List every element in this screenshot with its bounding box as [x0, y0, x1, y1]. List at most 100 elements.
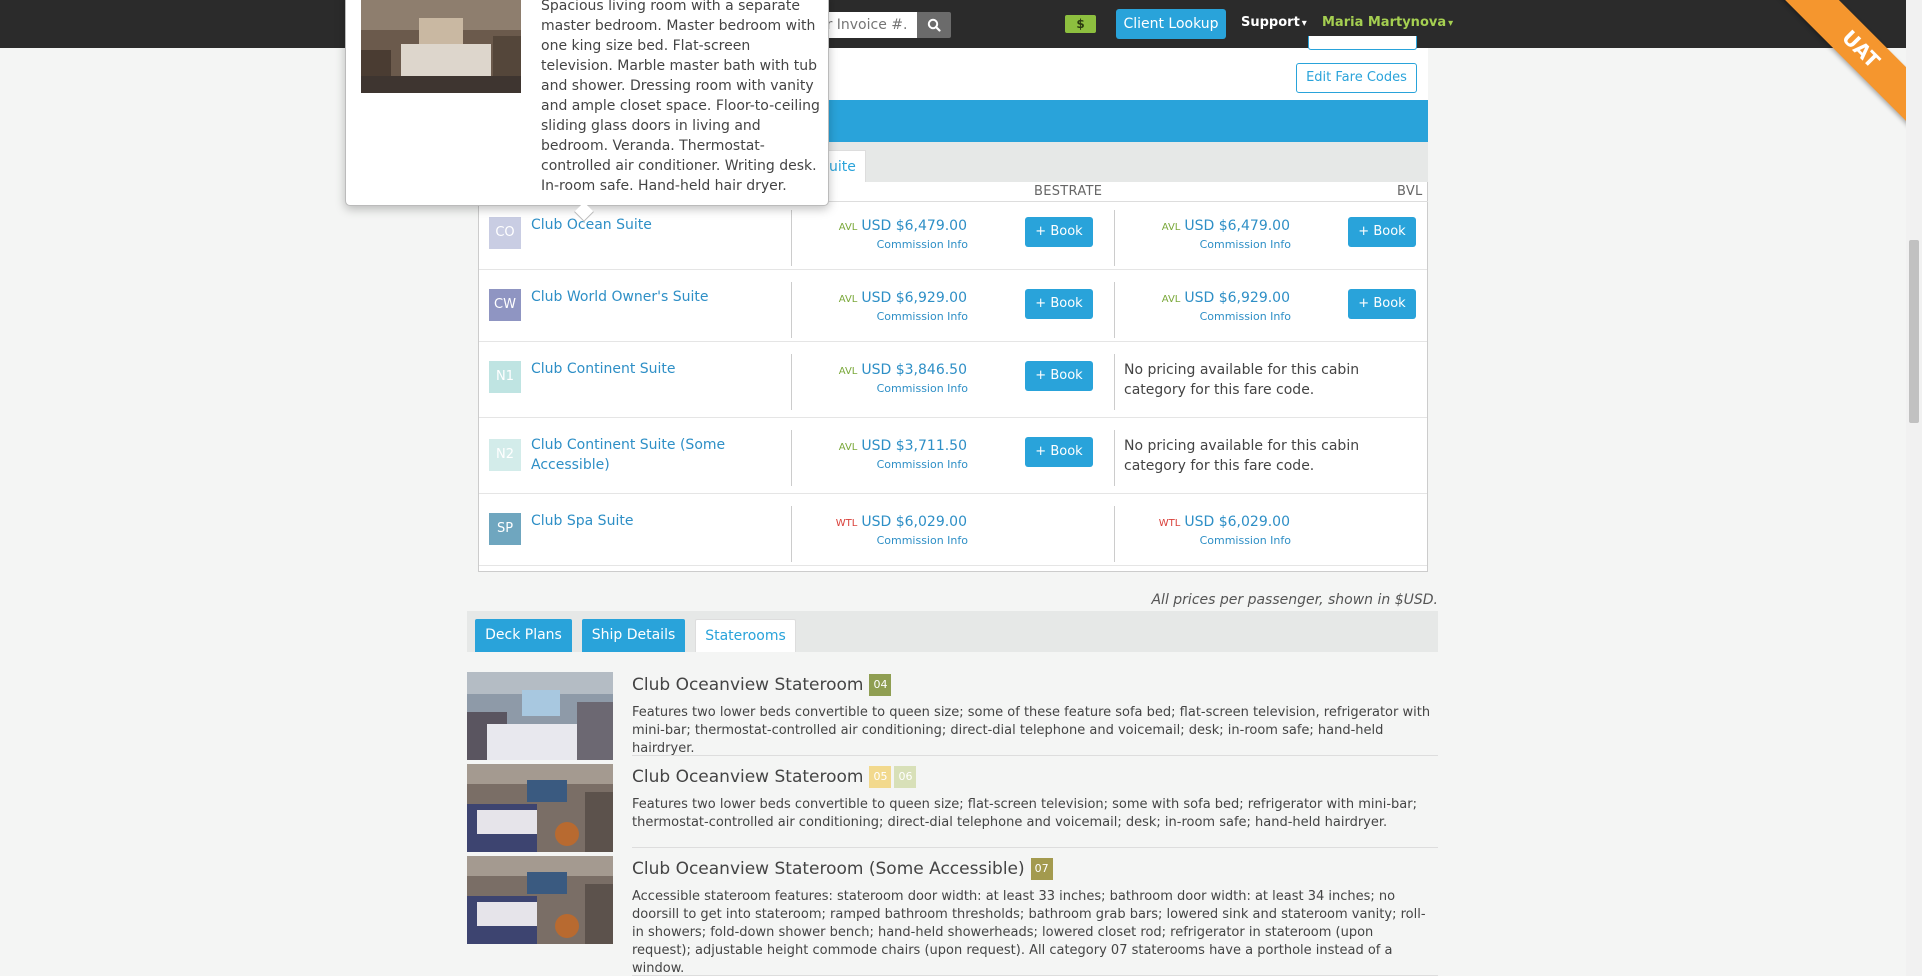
commission-info-link[interactable]: Commission Info	[877, 382, 968, 395]
cabin-row: CO Club Ocean Suite AVL USD $6,479.00 Com…	[479, 202, 1427, 274]
cabin-code-badge: SP	[489, 513, 521, 545]
stateroom-description: Features two lower beds convertible to q…	[632, 797, 1417, 830]
popover-description: Spacious living room with a separate mas…	[541, 0, 820, 194]
column-divider	[1114, 282, 1115, 338]
stateroom-description: Accessible stateroom features: stateroom…	[632, 889, 1426, 976]
commission-info-link[interactable]: Commission Info	[1200, 238, 1291, 251]
cabin-name-link[interactable]: Club Ocean Suite	[531, 215, 746, 235]
cabin-row: SP Club Spa Suite WTL USD $6,029.00 Commi…	[479, 498, 1427, 570]
price-value: USD $3,711.50	[861, 438, 967, 454]
column-divider	[791, 430, 792, 486]
cabin-row: CW Club World Owner's Suite AVL USD $6,92…	[479, 274, 1427, 346]
stateroom-title: Club Oceanview Stateroom 05 06	[632, 766, 917, 788]
tab-deck-plans[interactable]: Deck Plans	[475, 619, 572, 652]
row-divider	[479, 269, 1427, 270]
row-divider	[479, 417, 1427, 418]
row-divider	[479, 565, 1427, 566]
price-bestrate: AVL USD $6,929.00	[839, 290, 967, 306]
column-divider	[1114, 506, 1115, 562]
cabin-name-link[interactable]: Club Spa Suite	[531, 511, 746, 531]
column-divider	[1114, 354, 1115, 410]
scrollbar-track[interactable]	[1906, 0, 1922, 976]
price-bestrate: AVL USD $3,846.50	[839, 362, 967, 378]
support-menu[interactable]: Support ▾	[1241, 15, 1307, 30]
commission-dollar-badge[interactable]: $	[1065, 15, 1096, 33]
deck-badge: 07	[1030, 858, 1053, 880]
stateroom-photo	[467, 672, 613, 760]
column-divider	[1114, 430, 1115, 486]
price-value: USD $6,029.00	[861, 514, 967, 530]
stateroom-title: Club Oceanview Stateroom 04	[632, 674, 892, 696]
edit-fare-codes-button[interactable]: Edit Fare Codes	[1296, 63, 1417, 93]
stateroom-title: Club Oceanview Stateroom (Some Accessibl…	[632, 858, 1053, 880]
stateroom-title-text: Club Oceanview Stateroom (Some Accessibl…	[632, 859, 1025, 879]
column-divider	[791, 354, 792, 410]
cabin-code-badge: N2	[489, 439, 521, 471]
status-label: WTL	[835, 518, 858, 529]
status-label: AVL	[1161, 222, 1181, 233]
tab-ship-details[interactable]: Ship Details	[582, 619, 685, 652]
client-lookup-button[interactable]: Client Lookup	[1116, 9, 1226, 39]
book-button[interactable]: + Book	[1025, 289, 1093, 319]
commission-info-link[interactable]: Commission Info	[1200, 534, 1291, 547]
column-header-bvl: BVL	[1397, 184, 1423, 199]
stateroom-title-text: Club Oceanview Stateroom	[632, 675, 864, 695]
price-bestrate: AVL USD $6,479.00	[839, 218, 967, 234]
tab-staterooms[interactable]: Staterooms	[695, 619, 796, 652]
status-label: AVL	[1161, 294, 1181, 305]
column-divider	[791, 282, 792, 338]
search-icon	[927, 18, 941, 32]
user-menu[interactable]: Maria Martynova ▾	[1322, 15, 1453, 30]
status-label: AVL	[838, 222, 858, 233]
price-value: USD $6,929.00	[861, 290, 967, 306]
price-value: USD $6,929.00	[1184, 290, 1290, 306]
stateroom-description: Features two lower beds convertible to q…	[632, 705, 1431, 756]
book-button[interactable]: + Book	[1025, 217, 1093, 247]
status-label: AVL	[838, 294, 858, 305]
search-button[interactable]	[917, 12, 951, 38]
commission-info-link[interactable]: Commission Info	[877, 310, 968, 323]
price-value: USD $6,479.00	[861, 218, 967, 234]
column-divider	[791, 506, 792, 562]
price-bvl: WTL USD $6,029.00	[1159, 514, 1290, 530]
cabin-name-link[interactable]: Club World Owner's Suite	[531, 287, 746, 307]
price-bvl: AVL USD $6,479.00	[1162, 218, 1290, 234]
status-label: AVL	[838, 366, 858, 377]
book-button[interactable]: + Book	[1025, 361, 1093, 391]
scrollbar-thumb[interactable]	[1909, 240, 1919, 423]
column-header-bestrate: BESTRATE	[1034, 184, 1103, 199]
deck-badge: 06	[894, 766, 917, 788]
column-divider	[791, 210, 792, 266]
no-pricing-message: No pricing available for this cabin cate…	[1124, 362, 1360, 398]
chevron-down-icon: ▾	[1301, 18, 1307, 29]
user-name: Maria Martynova	[1322, 15, 1447, 30]
prices-note: All prices per passenger, shown in $USD.	[1151, 592, 1438, 608]
book-button[interactable]: + Book	[1348, 217, 1416, 247]
commission-info-link[interactable]: Commission Info	[877, 238, 968, 251]
cabin-name-link[interactable]: Club Continent Suite	[531, 359, 746, 379]
no-pricing-message: No pricing available for this cabin cate…	[1124, 438, 1360, 474]
partial-button[interactable]	[1308, 36, 1417, 50]
cabin-code-badge: CO	[489, 217, 521, 249]
suite-photo	[361, 0, 521, 93]
price-value: USD $6,479.00	[1184, 218, 1290, 234]
stateroom-divider	[632, 755, 1438, 756]
top-navbar	[0, 0, 1922, 48]
commission-info-link[interactable]: Commission Info	[1200, 310, 1291, 323]
price-value: USD $6,029.00	[1184, 514, 1290, 530]
cabin-code-badge: N1	[489, 361, 521, 393]
cabin-name-link[interactable]: Club Continent Suite (Some Accessible)	[531, 435, 746, 475]
deck-badge: 05	[869, 766, 892, 788]
commission-info-link[interactable]: Commission Info	[877, 534, 968, 547]
column-divider	[1114, 210, 1115, 266]
book-button[interactable]: + Book	[1348, 289, 1416, 319]
status-label: WTL	[1158, 518, 1181, 529]
row-divider	[479, 493, 1427, 494]
stateroom-title-text: Club Oceanview Stateroom	[632, 767, 864, 787]
book-button[interactable]: + Book	[1025, 437, 1093, 467]
status-label: AVL	[838, 442, 858, 453]
stateroom-photo	[467, 764, 613, 852]
commission-info-link[interactable]: Commission Info	[877, 458, 968, 471]
deck-badge: 04	[869, 674, 892, 696]
cabin-code-badge: CW	[489, 289, 521, 321]
